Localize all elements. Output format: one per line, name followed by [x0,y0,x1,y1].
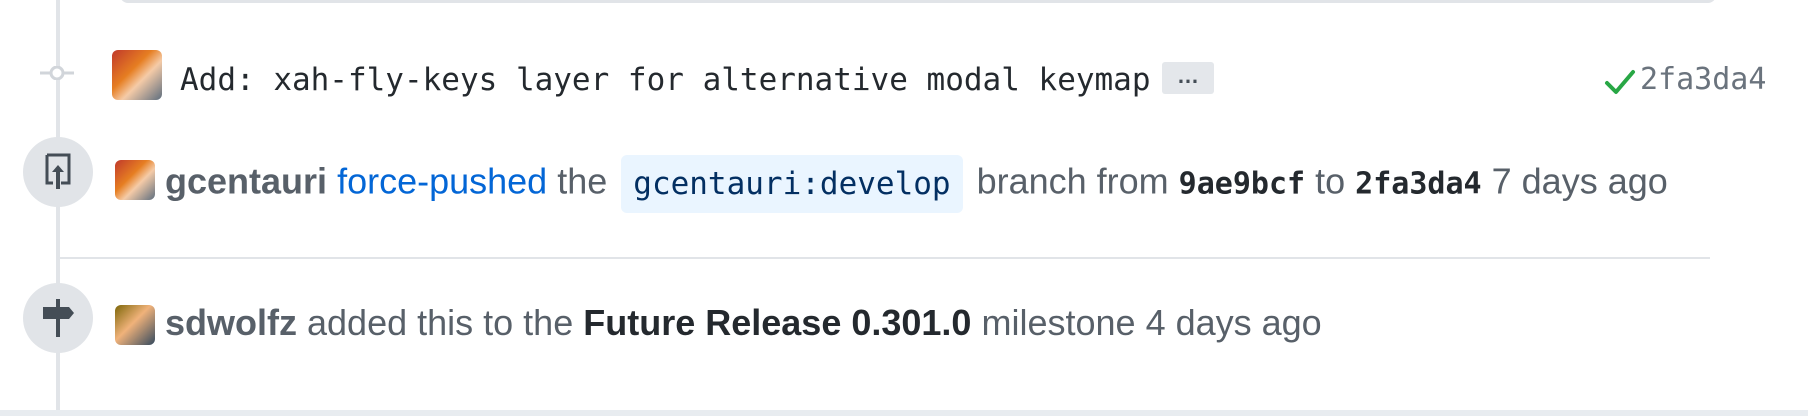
event-text: the [557,160,608,202]
force-push-badge [23,137,93,207]
from-sha-link[interactable]: 9ae9bcf [1179,167,1305,202]
avatar-gcentauri-commit[interactable] [112,50,162,100]
timeline-divider [60,257,1710,259]
event-text: to [1315,160,1346,202]
to-sha-link[interactable]: 2fa3da4 [1355,167,1481,202]
timestamp-link[interactable]: 4 days ago [1146,302,1322,343]
event-text: added this to the [307,302,574,343]
commit-message-link[interactable]: Add: xah-fly-keys layer for alternative … [180,60,1151,100]
avatar-sdwolfz[interactable] [115,305,155,345]
timeline-line [56,0,60,416]
event-text: branch from [976,160,1169,202]
milestone-badge [23,283,93,353]
milestone-event: sdwolfz added this to the Future Release… [165,301,1322,345]
next-item-edge [0,410,1808,416]
previous-comment-box-edge [120,0,1716,3]
repo-push-icon [45,153,71,189]
git-commit-icon [40,66,74,80]
commit-sha-link[interactable]: 2fa3da4 [1640,60,1766,100]
milestone-icon [43,299,74,337]
branch-ref[interactable]: gcentauri:develop [621,155,963,213]
avatar-gcentauri[interactable] [115,160,155,200]
expand-commit-button[interactable]: … [1162,62,1214,94]
actor-link[interactable]: gcentauri [165,161,327,202]
force-pushed-link[interactable]: force-pushed [337,161,547,202]
event-text: milestone [981,302,1136,343]
check-icon [1605,70,1635,94]
timestamp-link[interactable]: 7 days ago [1492,161,1668,202]
force-push-event: gcentauri force-pushed the gcentauri:dev… [165,155,1668,213]
milestone-link[interactable]: Future Release 0.301.0 [583,302,971,343]
actor-link[interactable]: sdwolfz [165,302,297,343]
